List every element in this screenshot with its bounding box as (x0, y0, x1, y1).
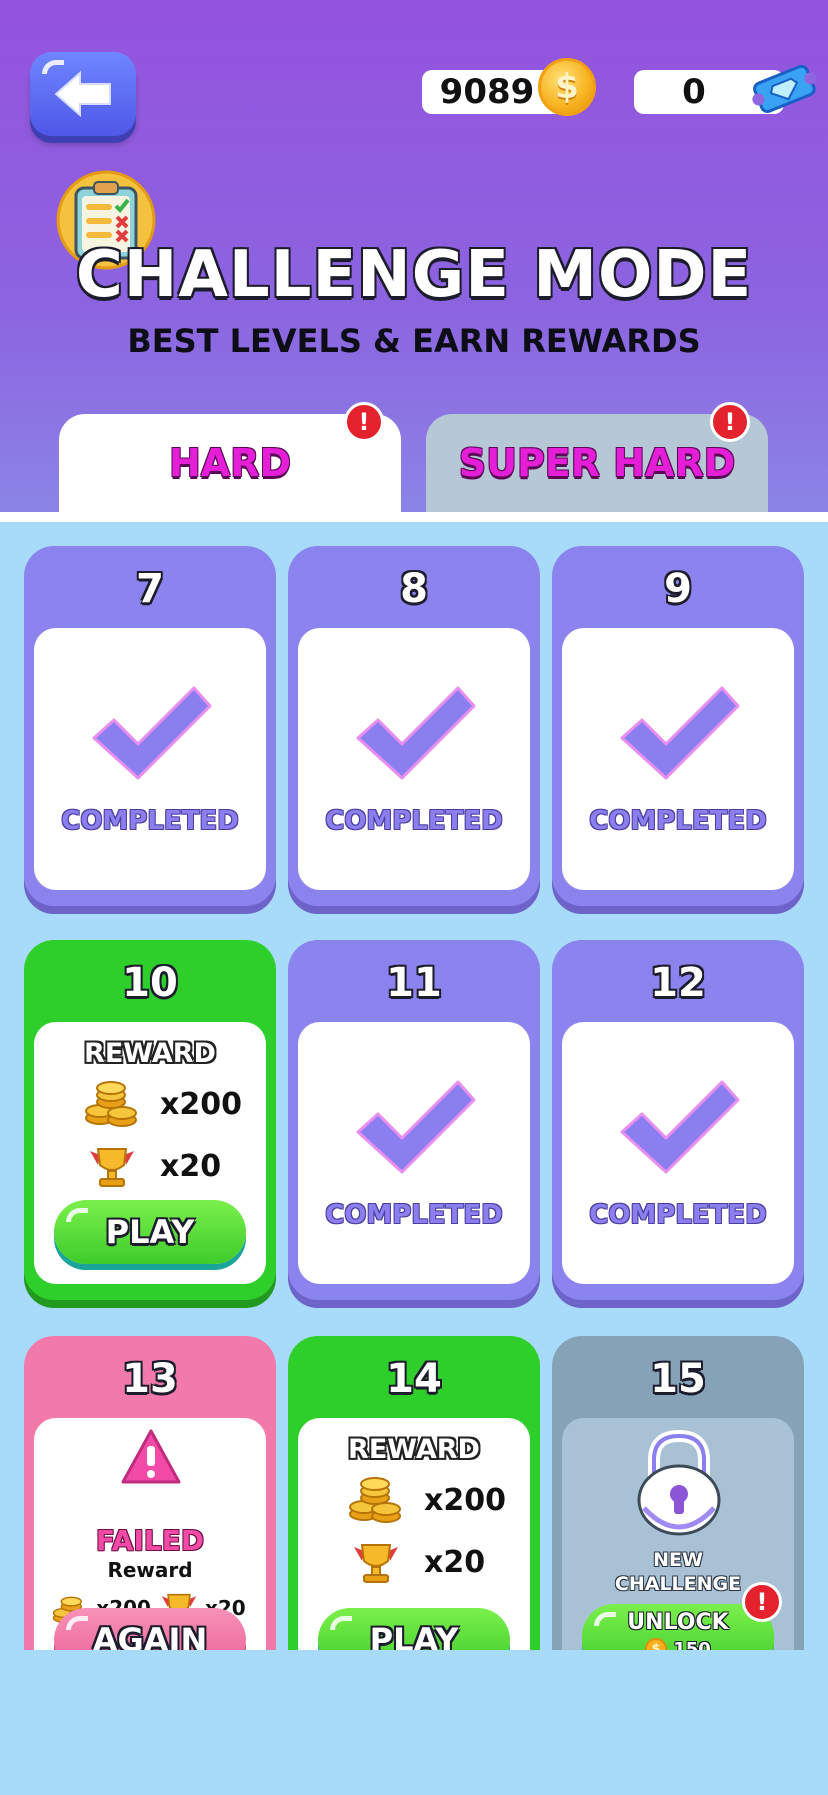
level-card-body: COMPLETED (562, 1022, 794, 1284)
coin-icon: $ (538, 58, 596, 116)
trophy-icon (90, 1148, 134, 1187)
again-button[interactable]: AGAIN (54, 1608, 246, 1650)
back-button[interactable] (30, 52, 136, 136)
level-card-body: COMPLETED (562, 628, 794, 890)
level-grid: 7 COMPLETED 8 COMPLETED 9 COMPLETED 10 R… (0, 522, 828, 1650)
level-card-body: COMPLETED (34, 628, 266, 890)
level-card-15[interactable]: 15 NEW CHALLENGE UNLOCK $ 150 ! (552, 1336, 804, 1650)
new-label: NEW (653, 1549, 703, 1571)
coin-symbol: $ (651, 1641, 661, 1651)
play-button-label: PLAY (105, 1213, 195, 1251)
trophy-icon (354, 1544, 398, 1583)
button-gloss (66, 1616, 88, 1630)
level-number: 13 (122, 1356, 178, 1402)
level-card-11[interactable]: 11 COMPLETED (288, 940, 540, 1300)
level-card-8[interactable]: 8 COMPLETED (288, 546, 540, 906)
level-number: 7 (136, 566, 164, 612)
level-card-body: FAILED Reward x200 (34, 1418, 266, 1650)
back-arrow-icon (54, 70, 111, 118)
reward-title: REWARD (84, 1038, 216, 1069)
checkmark-icon (92, 686, 212, 780)
coin-reward-row: x200 (84, 1078, 244, 1130)
completed-label: COMPLETED (589, 806, 767, 836)
level-card-12[interactable]: 12 COMPLETED (552, 940, 804, 1300)
coin-icon: $ (645, 1638, 668, 1651)
play-button[interactable]: PLAY (318, 1608, 510, 1650)
tab-hard-alert-icon: ! (344, 402, 384, 442)
level-card-10[interactable]: 10 REWARD x200 x20 PLAY (24, 940, 276, 1300)
tab-hard-alert-mark: ! (358, 408, 370, 436)
unlock-alert-mark: ! (756, 1588, 768, 1616)
level-number: 15 (650, 1356, 706, 1402)
level-card-9[interactable]: 9 COMPLETED (552, 546, 804, 906)
checkmark-icon (356, 686, 476, 780)
level-number: 8 (400, 566, 428, 612)
level-number: 9 (664, 566, 692, 612)
completed-label: COMPLETED (325, 1200, 503, 1230)
unlock-cost-value: 150 (673, 1638, 711, 1651)
header: 9089 $ 0 CHALLENGE MODE BEST LEVELS & EA… (0, 0, 828, 512)
button-gloss (66, 1208, 88, 1222)
level-card-14[interactable]: 14 REWARD x200 x20 PLAY (288, 1336, 540, 1650)
coin-reward-row: x200 (348, 1474, 508, 1526)
level-number: 10 (122, 960, 178, 1006)
trophy-reward-amount: x20 (424, 1544, 486, 1580)
level-card-7[interactable]: 7 COMPLETED (24, 546, 276, 906)
unlock-cost: $ 150 (582, 1638, 774, 1650)
tab-super-hard-alert-icon: ! (710, 402, 750, 442)
failed-reward-label: Reward (107, 1558, 193, 1582)
completed-label: COMPLETED (589, 1200, 767, 1230)
coin-count: 9089 (439, 72, 535, 112)
reward-title: REWARD (348, 1434, 480, 1465)
page-subtitle: BEST LEVELS & EARN REWARDS (127, 322, 701, 360)
level-card-body: REWARD x200 x20 PLAY (34, 1022, 266, 1284)
level-card-body: REWARD x200 x20 PLAY (298, 1418, 530, 1650)
trophy-reward-row: x20 (84, 1140, 244, 1192)
completed-label: COMPLETED (61, 806, 239, 836)
coin-stack-icon (85, 1081, 137, 1127)
page-title: CHALLENGE MODE (75, 238, 753, 312)
trophy-reward-amount: x20 (160, 1148, 222, 1184)
tab-underline (0, 512, 828, 522)
level-number: 14 (386, 1356, 442, 1402)
coin-symbol: $ (555, 67, 579, 107)
checkmark-icon (620, 686, 740, 780)
tab-super-hard-label: SUPER HARD (458, 441, 736, 485)
coin-reward-amount: x200 (424, 1482, 506, 1518)
lock-icon (637, 1429, 721, 1536)
level-number: 11 (386, 960, 442, 1006)
checkmark-icon (356, 1080, 476, 1174)
tab-super-hard-alert-mark: ! (724, 408, 736, 436)
coin-stack-icon (349, 1477, 401, 1523)
trophy-reward-row: x20 (348, 1536, 508, 1588)
coin-reward-amount: x200 (160, 1086, 242, 1122)
ticket-count: 0 (682, 72, 706, 112)
play-button-label: PLAY (369, 1621, 459, 1650)
bottom-area (0, 1650, 828, 1795)
completed-label: COMPLETED (325, 806, 503, 836)
level-card-body: COMPLETED (298, 1022, 530, 1284)
level-card-body: COMPLETED (298, 628, 530, 890)
warning-icon (121, 1429, 181, 1484)
unlock-alert-icon: ! (742, 1582, 782, 1622)
button-gloss (42, 60, 64, 74)
again-button-label: AGAIN (92, 1621, 208, 1650)
ticket-icon (752, 64, 817, 114)
level-number: 12 (650, 960, 706, 1006)
button-gloss (330, 1616, 352, 1630)
checkmark-icon (620, 1080, 740, 1174)
failed-label: FAILED (95, 1524, 205, 1557)
play-button[interactable]: PLAY (54, 1200, 246, 1264)
level-card-13[interactable]: 13 FAILED Reward x200 (24, 1336, 276, 1650)
tab-hard-label: HARD (168, 441, 291, 485)
